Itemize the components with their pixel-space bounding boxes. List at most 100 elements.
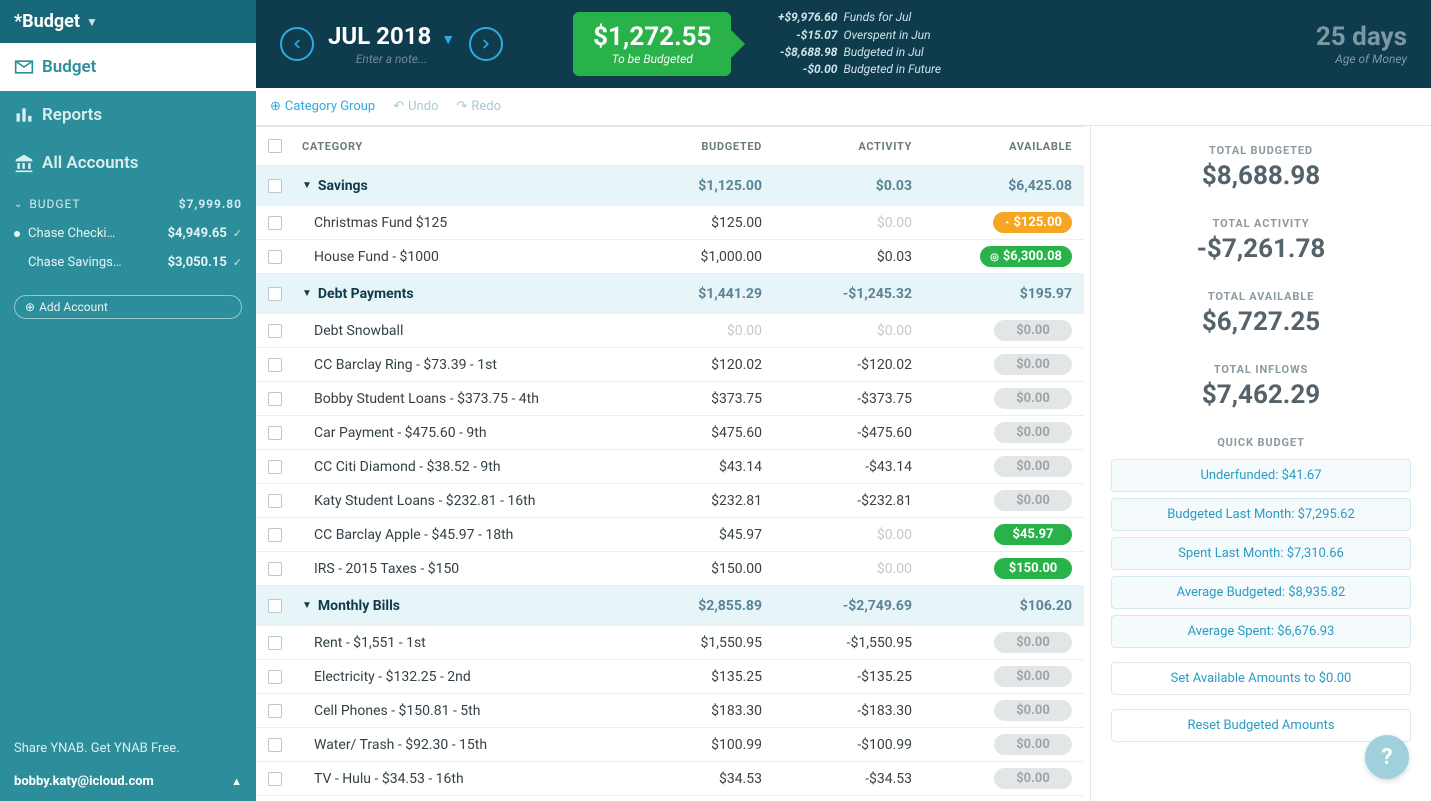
row-checkbox[interactable] [268,704,282,718]
category-row[interactable]: Katy Student Loans - $232.81 - 16th $232… [256,484,1084,518]
quick-budget-button[interactable]: Set Available Amounts to $0.00 [1111,662,1411,695]
activity-cell[interactable]: -$120.02 [762,357,912,373]
category-group-row[interactable]: ▼Monthly Bills $2,855.89 -$2,749.69 $106… [256,586,1084,626]
budgeted-cell[interactable]: $232.81 [622,493,762,509]
available-pill[interactable]: $0.00 [994,422,1072,443]
category-group-row[interactable]: ▼Debt Payments $1,441.29 -$1,245.32 $195… [256,274,1084,314]
activity-cell[interactable]: -$232.81 [762,493,912,509]
budgeted-cell[interactable]: $183.30 [622,703,762,719]
category-row[interactable]: CC Citi Diamond - $38.52 - 9th $43.14 -$… [256,450,1084,484]
budgeted-cell[interactable]: $1,000.00 [622,249,762,265]
activity-cell[interactable]: -$1,550.95 [762,635,912,651]
row-checkbox[interactable] [268,528,282,542]
select-all-checkbox[interactable] [268,139,282,153]
available-pill[interactable]: $45.97 [994,524,1072,545]
available-pill[interactable]: $0.00 [994,632,1072,653]
row-checkbox[interactable] [268,216,282,230]
budgeted-cell[interactable]: $135.25 [622,669,762,685]
share-ynab-link[interactable]: Share YNAB. Get YNAB Free. [14,741,242,756]
quick-budget-button[interactable]: Average Budgeted: $8,935.82 [1111,576,1411,609]
column-available[interactable]: AVAILABLE [912,140,1072,153]
available-pill[interactable]: $0.00 [994,768,1072,789]
month-selector[interactable]: JUL 2018 ▼ [328,22,455,50]
category-row[interactable]: CC Barclay Apple - $45.97 - 18th $45.97 … [256,518,1084,552]
next-month-button[interactable] [469,27,503,61]
budgeted-cell[interactable]: $150.00 [622,561,762,577]
activity-cell[interactable]: -$373.75 [762,391,912,407]
column-activity[interactable]: ACTIVITY [762,140,912,153]
activity-cell[interactable]: $0.00 [762,561,912,577]
row-checkbox[interactable] [268,562,282,576]
group-checkbox[interactable] [268,599,282,613]
redo-button[interactable]: ↷ Redo [456,99,501,114]
undo-button[interactable]: ↶ Undo [393,99,438,114]
budgeted-cell[interactable]: $120.02 [622,357,762,373]
group-checkbox[interactable] [268,287,282,301]
category-row[interactable]: Water/ Trash - $92.30 - 15th $100.99 -$1… [256,728,1084,762]
available-pill[interactable]: $0.00 [994,320,1072,341]
category-row[interactable]: Electricity - $132.25 - 2nd $135.25 -$13… [256,660,1084,694]
add-account-button[interactable]: ⊕ Add Account [14,295,242,319]
month-note-input[interactable]: Enter a note... [328,52,455,66]
activity-cell[interactable]: $0.03 [762,249,912,265]
available-pill[interactable]: $0.00 [994,666,1072,687]
category-row[interactable]: Christmas Fund $125 $125.00 $0.00 ◔$125.… [256,206,1084,240]
available-pill[interactable]: $0.00 [994,388,1072,409]
category-group-row[interactable]: ▼Savings $1,125.00 $0.03 $6,425.08 [256,166,1084,206]
budgeted-cell[interactable]: $43.14 [622,459,762,475]
row-checkbox[interactable] [268,494,282,508]
activity-cell[interactable]: -$43.14 [762,459,912,475]
available-pill[interactable]: $0.00 [994,354,1072,375]
chevron-up-icon[interactable]: ▲ [231,775,242,788]
quick-budget-button[interactable]: Reset Budgeted Amounts [1111,709,1411,742]
account-row[interactable]: Chase Savings…$3,050.15✓ [0,248,256,277]
available-pill[interactable]: $0.00 [994,700,1072,721]
available-pill[interactable]: $0.00 [994,456,1072,477]
row-checkbox[interactable] [268,324,282,338]
quick-budget-button[interactable]: Budgeted Last Month: $7,295.62 [1111,498,1411,531]
activity-cell[interactable]: -$100.99 [762,737,912,753]
sidebar-item-reports[interactable]: Reports [0,91,256,139]
group-checkbox[interactable] [268,179,282,193]
row-checkbox[interactable] [268,358,282,372]
activity-cell[interactable]: -$475.60 [762,425,912,441]
quick-budget-button[interactable]: Spent Last Month: $7,310.66 [1111,537,1411,570]
budgeted-cell[interactable]: $100.99 [622,737,762,753]
activity-cell[interactable]: -$183.30 [762,703,912,719]
row-checkbox[interactable] [268,426,282,440]
activity-cell[interactable]: $0.00 [762,323,912,339]
row-checkbox[interactable] [268,670,282,684]
category-row[interactable]: IRS - 2015 Taxes - $150 $150.00 $0.00 $1… [256,552,1084,586]
budgeted-cell[interactable]: $0.00 [622,323,762,339]
quick-budget-button[interactable]: Underfunded: $41.67 [1111,459,1411,492]
budgeted-cell[interactable]: $45.97 [622,527,762,543]
row-checkbox[interactable] [268,250,282,264]
to-be-budgeted-flag[interactable]: $1,272.55 To be Budgeted [573,12,731,76]
age-of-money[interactable]: 25 days Age of Money [1316,22,1407,66]
category-row[interactable]: Bobby Student Loans - $373.75 - 4th $373… [256,382,1084,416]
user-email[interactable]: bobby.katy@icloud.com [14,774,154,789]
available-pill[interactable]: ◎$6,300.08 [980,246,1072,267]
available-pill[interactable]: $0.00 [994,734,1072,755]
available-pill[interactable]: $0.00 [994,490,1072,511]
category-row[interactable]: Cell Phones - $150.81 - 5th $183.30 -$18… [256,694,1084,728]
sidebar-item-budget[interactable]: Budget [0,43,256,91]
budget-accounts-header[interactable]: ⌄ BUDGET $7,999.80 [0,187,256,219]
available-pill[interactable]: ◔$125.00 [993,212,1072,233]
budgeted-cell[interactable]: $34.53 [622,771,762,787]
category-row[interactable]: Debt Snowball $0.00 $0.00 $0.00 [256,314,1084,348]
row-checkbox[interactable] [268,772,282,786]
budget-title-dropdown[interactable]: *Budget ▼ [0,0,256,43]
account-row[interactable]: Chase Checki…$4,949.65✓ [0,219,256,248]
category-row[interactable]: Life Insurance - $17.85 - 18th $17.85 -$… [256,796,1084,801]
category-row[interactable]: Car Payment - $475.60 - 9th $475.60 -$47… [256,416,1084,450]
category-row[interactable]: TV - Hulu - $34.53 - 16th $34.53 -$34.53… [256,762,1084,796]
row-checkbox[interactable] [268,636,282,650]
column-budgeted[interactable]: BUDGETED [622,140,762,153]
sidebar-item-accounts[interactable]: All Accounts [0,139,256,187]
prev-month-button[interactable] [280,27,314,61]
add-category-group-button[interactable]: ⊕ Category Group [270,99,375,114]
activity-cell[interactable]: $0.00 [762,215,912,231]
category-row[interactable]: House Fund - $1000 $1,000.00 $0.03 ◎$6,3… [256,240,1084,274]
activity-cell[interactable]: -$34.53 [762,771,912,787]
